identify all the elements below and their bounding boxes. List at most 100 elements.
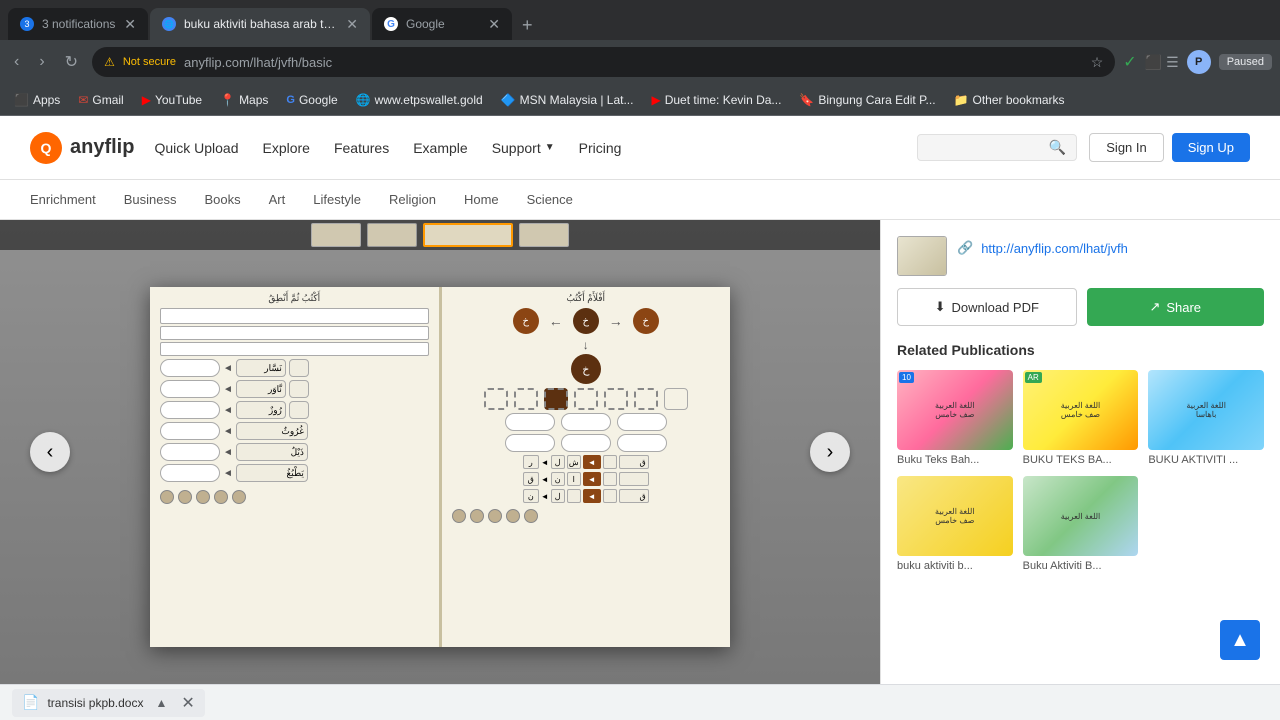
tab-google[interactable]: G Google ✕ <box>372 8 512 40</box>
download-chevron-icon[interactable]: ▲ <box>155 696 167 710</box>
related-item-3[interactable]: اللغة العربيةباهاسا BUKU AKTIVITI ... <box>1148 370 1264 466</box>
prev-page-button[interactable]: ‹ <box>30 432 70 472</box>
bookmark-star-icon[interactable]: ☆ <box>1091 54 1104 71</box>
support-dropdown[interactable]: Support ▼ <box>492 140 555 156</box>
bookmark-gmail-label: Gmail <box>92 93 123 107</box>
address-text: anyflip.com/lhat/jvfh/basic <box>184 55 1083 70</box>
share-icon: ↗ <box>1149 299 1160 315</box>
lock-icon: ⚠ <box>104 55 115 69</box>
pub-url-link[interactable]: 🔗 http://anyflip.com/lhat/jvfh <box>957 240 1128 256</box>
related-thumb-1: اللغة العربيةصف خامس <box>897 370 1013 450</box>
exercise-row-4: ◄ غُرُوثٌ <box>160 422 429 440</box>
bookmark-maps[interactable]: 📍 Maps <box>214 91 274 109</box>
ext-icon-2[interactable]: ☰ <box>1166 54 1179 71</box>
tab-label-2: buku aktiviti bahasa arab tahun ... <box>184 17 338 31</box>
next-page-button[interactable]: › <box>810 432 850 472</box>
related-item-5[interactable]: اللغة العربية Buku Aktiviti B... <box>1023 476 1139 572</box>
scroll-up-button[interactable]: ▲ <box>1220 620 1260 660</box>
writing-row-1 <box>160 326 429 340</box>
bookmark-more-label: Other bookmarks <box>973 93 1065 107</box>
thumbnail-current[interactable] <box>423 223 513 247</box>
bingung-icon: 🔖 <box>799 93 814 107</box>
search-input[interactable] <box>928 140 1043 155</box>
close-download-button[interactable]: ✕ <box>181 693 194 713</box>
cat-business[interactable]: Business <box>124 192 177 207</box>
bookmark-etps[interactable]: 🌐 www.etpswallet.gold <box>350 91 489 109</box>
cat-books[interactable]: Books <box>205 192 241 207</box>
quick-upload-link[interactable]: Quick Upload <box>154 140 238 156</box>
exercise-row-2: ◄ نَّاوَر <box>160 380 429 398</box>
bookmark-more[interactable]: 📁 Other bookmarks <box>948 91 1071 109</box>
writing-line-dashed <box>160 308 429 324</box>
thumbnail-3[interactable] <box>519 223 569 247</box>
signup-button[interactable]: Sign Up <box>1172 133 1250 162</box>
bookmark-gmail[interactable]: ✉ Gmail <box>72 91 129 109</box>
sidebar: 🔗 http://anyflip.com/lhat/jvfh ⬇ Downloa… <box>880 220 1280 684</box>
maps-icon: 📍 <box>220 93 235 107</box>
address-bar[interactable]: ⚠ Not secure anyflip.com/lhat/jvfh/basic… <box>92 47 1115 77</box>
msn-icon: 🔷 <box>501 93 516 107</box>
bookmark-msn-label: MSN Malaysia | Lat... <box>520 93 634 107</box>
bookmark-google[interactable]: G Google <box>280 91 343 109</box>
reload-button[interactable]: ↻ <box>59 48 84 76</box>
related-thumb-3: اللغة العربيةباهاسا <box>1148 370 1264 450</box>
cat-lifestyle[interactable]: Lifestyle <box>313 192 361 207</box>
tab-close-3[interactable]: ✕ <box>488 16 500 33</box>
bookmark-msn[interactable]: 🔷 MSN Malaysia | Lat... <box>495 91 640 109</box>
new-tab-button[interactable]: + <box>514 11 541 40</box>
bookmark-bingung[interactable]: 🔖 Bingung Cara Edit P... <box>793 91 941 109</box>
related-item-4[interactable]: اللغة العربيةصف خامس buku aktiviti b... <box>897 476 1013 572</box>
center-circle: خ <box>448 354 725 384</box>
related-item-1[interactable]: اللغة العربيةصف خامس 10 Buku Teks Bah... <box>897 370 1013 466</box>
cat-art[interactable]: Art <box>269 192 286 207</box>
tab-buku[interactable]: 🌐 buku aktiviti bahasa arab tahun ... ✕ <box>150 8 370 40</box>
thumbnail-1[interactable] <box>311 223 361 247</box>
bottom-bar: 📄 transisi pkpb.docx ▲ ✕ <box>0 684 1280 720</box>
bottom-exercise-2: ق ◄ ن ا ◄ <box>452 472 721 486</box>
badge-2: AR <box>1025 372 1042 383</box>
bottom-exercise-1: ر ◄ ل ش ◄ ق <box>452 455 721 469</box>
back-button[interactable]: ‹ <box>8 49 25 75</box>
apps-icon: ⬛ <box>14 93 29 107</box>
thumbnail-2[interactable] <box>367 223 417 247</box>
example-link[interactable]: Example <box>413 140 467 156</box>
cat-science[interactable]: Science <box>527 192 573 207</box>
features-link[interactable]: Features <box>334 140 389 156</box>
bookmark-bingung-label: Bingung Cara Edit P... <box>818 93 935 107</box>
answer-boxes-1 <box>448 413 725 431</box>
bookmark-youtube[interactable]: ▶ YouTube <box>136 91 208 109</box>
page-header-right: أَفْلَأَمْ أَكْتُبُ <box>448 293 725 304</box>
security-label: Not secure <box>123 56 176 68</box>
action-buttons: ⬇ Download PDF ↗ Share <box>897 288 1264 326</box>
bookmark-apps[interactable]: ⬛ Apps <box>8 91 66 109</box>
tab-favicon-1: 3 <box>20 17 34 31</box>
tab-notifications[interactable]: 3 3 notifications ✕ <box>8 8 148 40</box>
tab-close-1[interactable]: ✕ <box>124 16 136 33</box>
ext-icon-1[interactable]: ⬛ <box>1145 54 1162 71</box>
bookmark-duet[interactable]: ▶ Duet time: Kevin Da... <box>645 91 787 109</box>
cat-religion[interactable]: Religion <box>389 192 436 207</box>
related-grid: اللغة العربيةصف خامس 10 Buku Teks Bah...… <box>897 370 1264 572</box>
share-button[interactable]: ↗ Share <box>1087 288 1265 326</box>
related-item-2[interactable]: اللغة العربيةصف خامس AR BUKU TEKS BA... <box>1023 370 1139 466</box>
search-bar[interactable]: 🔍 <box>917 134 1077 161</box>
logo-area[interactable]: Q anyflip <box>30 132 134 164</box>
logo-text: anyflip <box>70 136 134 159</box>
bookmark-google-label: Google <box>299 93 338 107</box>
profile-button[interactable]: P <box>1187 50 1211 74</box>
youtube-icon: ▶ <box>142 93 151 107</box>
explore-link[interactable]: Explore <box>263 140 310 156</box>
cat-enrichment[interactable]: Enrichment <box>30 192 96 207</box>
forward-button[interactable]: › <box>33 49 50 75</box>
cat-home[interactable]: Home <box>464 192 499 207</box>
pricing-link[interactable]: Pricing <box>579 140 622 156</box>
download-pdf-button[interactable]: ⬇ Download PDF <box>897 288 1077 326</box>
category-nav: Enrichment Business Books Art Lifestyle … <box>0 180 1280 220</box>
signin-button[interactable]: Sign In <box>1089 133 1163 162</box>
logo-icon: Q <box>30 132 62 164</box>
pub-info: 🔗 http://anyflip.com/lhat/jvfh <box>897 236 1264 276</box>
tab-close-2[interactable]: ✕ <box>346 16 358 33</box>
tab-bar: 3 3 notifications ✕ 🌐 buku aktiviti baha… <box>0 0 1280 40</box>
pub-url: http://anyflip.com/lhat/jvfh <box>981 241 1128 256</box>
answer-boxes-2 <box>448 434 725 452</box>
